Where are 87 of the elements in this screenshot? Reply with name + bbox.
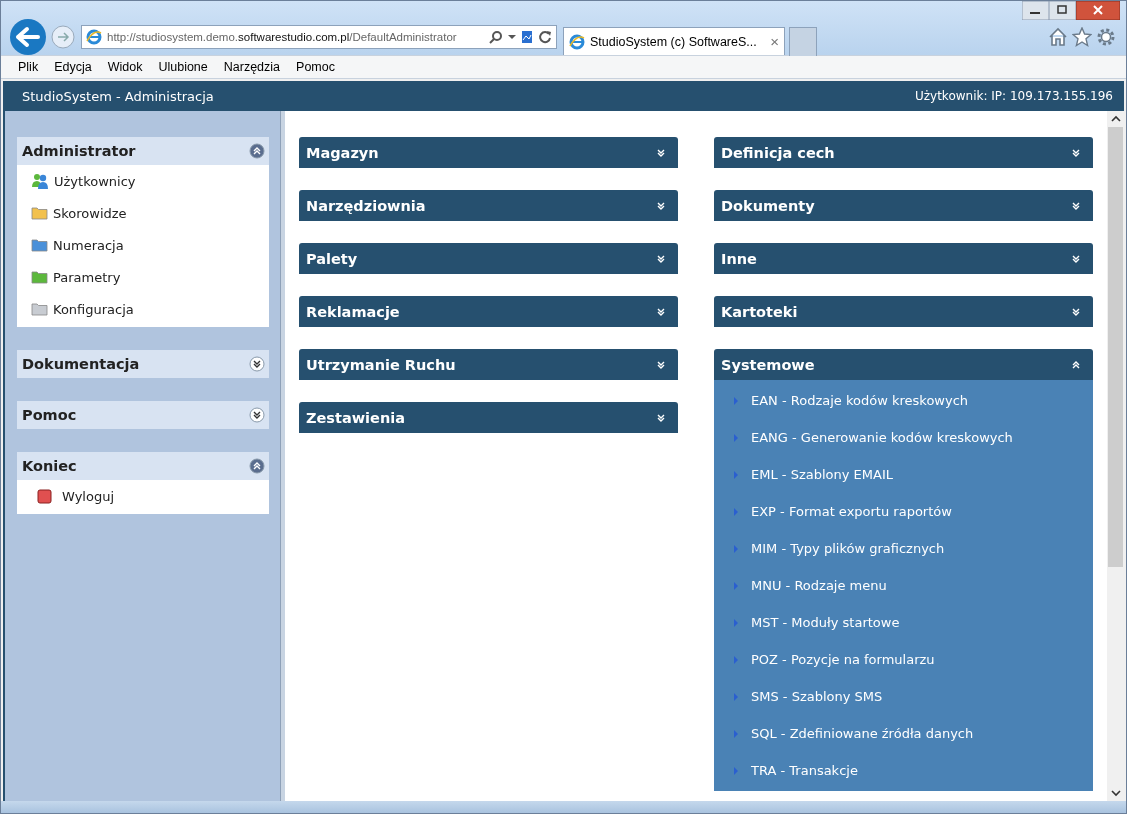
- refresh-icon[interactable]: [538, 30, 552, 44]
- scroll-up-icon[interactable]: [1110, 115, 1121, 123]
- toggle-icon: [1071, 306, 1081, 317]
- toggle-icon: [1071, 253, 1081, 264]
- panel-header[interactable]: Dokumenty: [714, 190, 1093, 221]
- sidebar-link[interactable]: Parametry: [53, 269, 121, 285]
- panel-link[interactable]: SQL - Zdefiniowane źródła danych: [751, 726, 974, 741]
- panel-link[interactable]: MIM - Typy plików graficznych: [751, 541, 945, 556]
- compatibility-icon[interactable]: [521, 30, 533, 44]
- maximize-button[interactable]: [1049, 1, 1076, 20]
- toggle-icon: [656, 200, 666, 211]
- favorites-star-icon[interactable]: [1072, 27, 1092, 47]
- panel-link[interactable]: EML - Szablony EMAIL: [751, 467, 893, 482]
- panel-header[interactable]: Kartoteki: [714, 296, 1093, 327]
- panel-header[interactable]: Reklamacje: [299, 296, 678, 327]
- menu-item[interactable]: Edycja: [54, 60, 92, 74]
- bullet-arrow-icon: [733, 728, 739, 739]
- panel-link[interactable]: SMS - Szablony SMS: [751, 689, 883, 704]
- toggle-icon: [1071, 147, 1081, 158]
- address-text: http://studiosystem.demo.softwarestudio.com.pl/DefaultAdministrator: [107, 31, 458, 43]
- users-icon: [31, 173, 49, 189]
- toggle-icon: [1071, 359, 1081, 370]
- browser-logo-icon: [86, 29, 102, 45]
- panel-header[interactable]: Inne: [714, 243, 1093, 274]
- bullet-arrow-icon: [733, 654, 739, 665]
- panel-link[interactable]: MST - Moduły startowe: [751, 615, 900, 630]
- section-header[interactable]: Administrator: [17, 137, 269, 165]
- bullet-arrow-icon: [733, 543, 739, 554]
- panel-header[interactable]: Definicja cech: [714, 137, 1093, 168]
- bullet-arrow-icon: [733, 765, 739, 776]
- toggle-icon: [249, 407, 265, 423]
- search-icon[interactable]: [489, 30, 503, 44]
- tab-close-button[interactable]: ×: [770, 33, 779, 50]
- scroll-down-icon[interactable]: [1110, 789, 1121, 797]
- panel-header[interactable]: Narzędziownia: [299, 190, 678, 221]
- panel-link[interactable]: EXP - Format exportu raportów: [751, 504, 952, 519]
- toggle-icon: [656, 306, 666, 317]
- panel-link[interactable]: EAN - Rodzaje kodów kreskowych: [751, 393, 969, 408]
- bullet-arrow-icon: [733, 617, 739, 628]
- menu-item[interactable]: Plik: [18, 60, 39, 74]
- home-icon[interactable]: [1048, 27, 1068, 47]
- panel-link[interactable]: TRA - Transakcje: [751, 763, 858, 778]
- settings-icon[interactable]: [1096, 27, 1116, 47]
- section-header[interactable]: Koniec: [17, 452, 269, 480]
- panel-header[interactable]: Palety: [299, 243, 678, 274]
- panel-header[interactable]: Systemowe: [714, 349, 1093, 380]
- sidebar-link[interactable]: Skorowidze: [53, 205, 127, 221]
- sidebar-link[interactable]: Konfiguracja: [53, 301, 134, 317]
- toggle-icon: [249, 458, 265, 474]
- section-header[interactable]: Pomoc: [17, 401, 269, 429]
- toggle-icon: [656, 359, 666, 370]
- panel-link[interactable]: POZ - Pozycje na formularzu: [751, 652, 935, 667]
- bullet-arrow-icon: [733, 432, 739, 443]
- menu-item[interactable]: Pomoc: [296, 60, 335, 74]
- close-button[interactable]: [1076, 1, 1120, 20]
- panel-header[interactable]: Zestawienia: [299, 402, 678, 433]
- bullet-arrow-icon: [733, 469, 739, 480]
- toggle-icon: [656, 412, 666, 423]
- bullet-arrow-icon: [733, 395, 739, 406]
- sidebar-link[interactable]: Numeracja: [53, 237, 124, 253]
- address-bar[interactable]: http://studiosystem.demo.softwarestudio.com.pl/DefaultAdministrator: [81, 25, 557, 49]
- bullet-arrow-icon: [733, 506, 739, 517]
- panel-header[interactable]: Magazyn: [299, 137, 678, 168]
- toggle-icon: [656, 253, 666, 264]
- scrollbar[interactable]: [1107, 111, 1124, 801]
- sidebar-link[interactable]: Użytkownicy: [54, 173, 136, 189]
- toggle-icon: [249, 143, 265, 159]
- bullet-arrow-icon: [733, 580, 739, 591]
- menu-item[interactable]: Widok: [107, 60, 143, 74]
- minimize-button[interactable]: [1022, 1, 1049, 20]
- menu-item[interactable]: Narzędzia: [223, 60, 281, 74]
- browser-logo-icon: [569, 33, 585, 50]
- menu-item[interactable]: Ulubione: [158, 60, 208, 74]
- panel-link[interactable]: MNU - Rodzaje menu: [751, 578, 887, 593]
- bullet-arrow-icon: [733, 691, 739, 702]
- section-header[interactable]: Dokumentacja: [17, 350, 269, 378]
- browser-tab[interactable]: StudioSystem (c) SoftwareS... ×: [563, 27, 785, 55]
- panel-header[interactable]: Utrzymanie Ruchu: [299, 349, 678, 380]
- square-icon: [37, 488, 52, 504]
- panel-link[interactable]: EANG - Generowanie kodów kreskowych: [751, 430, 1013, 445]
- back-button[interactable]: [9, 18, 47, 56]
- toggle-icon: [249, 356, 265, 372]
- user-info: Użytkownik: IP: 109.173.155.196: [915, 89, 1113, 103]
- toggle-icon: [1071, 200, 1081, 211]
- app-title: StudioSystem - Administracja: [22, 88, 214, 104]
- toggle-icon: [656, 147, 666, 158]
- sidebar-link[interactable]: Wyloguj: [62, 488, 114, 504]
